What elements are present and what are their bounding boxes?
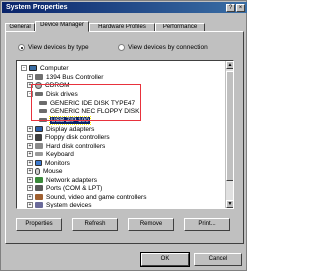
mouse-icon <box>35 167 40 175</box>
view-mode-options: View devices by type View devices by con… <box>6 44 245 54</box>
tree-root-computer[interactable]: - Computer <box>21 64 69 72</box>
device-tree[interactable]: - Computer + 1394 Bus Controller + CDROM… <box>16 60 234 209</box>
tab-device-manager[interactable]: Device Manager <box>35 21 89 32</box>
view-by-type-radio[interactable]: View devices by type <box>18 44 89 51</box>
radio-selected-icon <box>18 44 25 51</box>
remove-button[interactable]: Remove <box>128 218 174 231</box>
expand-icon[interactable]: + <box>27 194 33 200</box>
bus-controller-icon <box>35 74 43 80</box>
expand-icon[interactable]: + <box>27 143 33 149</box>
tree-item-sound-video-game[interactable]: + Sound, video and game controllers <box>27 193 146 201</box>
print-button[interactable]: Print... <box>184 218 230 231</box>
refresh-button[interactable]: Refresh <box>72 218 118 231</box>
port-icon <box>35 185 43 191</box>
expand-icon[interactable]: + <box>27 74 33 80</box>
system-properties-window: System Properties ? × General Device Man… <box>0 0 247 271</box>
collapse-icon[interactable]: - <box>21 65 27 71</box>
tree-scrollbar[interactable]: ▲ ▼ <box>225 61 233 208</box>
tree-item-1394-bus[interactable]: + 1394 Bus Controller <box>27 73 103 81</box>
expand-icon[interactable]: + <box>27 134 33 140</box>
tree-item-label: Network adapters <box>46 176 97 184</box>
expand-icon[interactable]: + <box>27 168 33 174</box>
network-adapter-icon <box>35 177 43 183</box>
scroll-up-arrow-icon[interactable]: ▲ <box>226 61 233 69</box>
expand-icon[interactable]: + <box>27 160 33 166</box>
tree-item-mouse[interactable]: + Mouse <box>27 167 63 175</box>
sound-controller-icon <box>35 194 43 200</box>
tree-item-label: Monitors <box>45 159 70 167</box>
hard-disk-controller-icon <box>35 143 43 149</box>
computer-icon <box>29 65 37 71</box>
expand-icon[interactable]: + <box>27 177 33 183</box>
help-button[interactable]: ? <box>226 4 235 12</box>
view-by-connection-radio[interactable]: View devices by connection <box>118 44 208 51</box>
tree-item-label: System devices <box>46 201 92 209</box>
tree-item-floppy-controllers[interactable]: + Floppy disk controllers <box>27 133 110 141</box>
tree-item-label: Floppy disk controllers <box>45 133 110 141</box>
disk-drives-highlight-annotation <box>31 84 141 121</box>
tree-item-label: Hard disk controllers <box>46 142 106 150</box>
tree-item-system-devices[interactable]: + System devices <box>27 201 92 209</box>
tree-root-label: Computer <box>40 64 69 72</box>
expand-icon[interactable]: + <box>27 126 33 132</box>
device-manager-panel: View devices by type View devices by con… <box>5 31 244 244</box>
tree-item-network-adapters[interactable]: + Network adapters <box>27 176 97 184</box>
tree-item-display-adapters[interactable]: + Display adapters <box>27 125 94 133</box>
ok-button[interactable]: OK <box>140 252 190 267</box>
tree-item-keyboard[interactable]: + Keyboard <box>27 150 74 158</box>
scroll-down-arrow-icon[interactable]: ▼ <box>226 200 233 208</box>
tree-item-label: Sound, video and game controllers <box>46 193 147 201</box>
expand-icon[interactable]: + <box>27 185 33 191</box>
tree-item-label: Keyboard <box>46 150 74 158</box>
floppy-controller-icon <box>35 133 42 141</box>
tree-item-label: Ports (COM & LPT) <box>46 184 103 192</box>
window-title: System Properties <box>6 4 68 11</box>
expand-icon[interactable]: + <box>27 151 33 157</box>
scrollbar-thumb[interactable] <box>226 71 233 181</box>
display-adapter-icon <box>35 126 43 132</box>
monitor-icon <box>35 160 42 166</box>
close-button[interactable]: × <box>236 4 245 12</box>
view-by-connection-label: View devices by connection <box>128 44 208 51</box>
tree-item-ports[interactable]: + Ports (COM & LPT) <box>27 184 102 192</box>
title-bar[interactable]: System Properties ? × <box>2 2 247 13</box>
tree-item-hard-disk-controllers[interactable]: + Hard disk controllers <box>27 142 105 150</box>
tree-item-label: Display adapters <box>46 125 95 133</box>
expand-icon[interactable]: + <box>27 202 33 208</box>
tree-item-label: 1394 Bus Controller <box>46 73 104 81</box>
keyboard-icon <box>35 152 43 156</box>
cancel-button[interactable]: Cancel <box>194 253 242 266</box>
tree-item-monitors[interactable]: + Monitors <box>27 159 70 167</box>
view-by-type-label: View devices by type <box>28 44 89 51</box>
radio-unselected-icon <box>118 44 125 51</box>
properties-button[interactable]: Properties <box>16 218 62 231</box>
tree-item-label: Mouse <box>43 167 63 175</box>
system-device-icon <box>35 202 43 208</box>
